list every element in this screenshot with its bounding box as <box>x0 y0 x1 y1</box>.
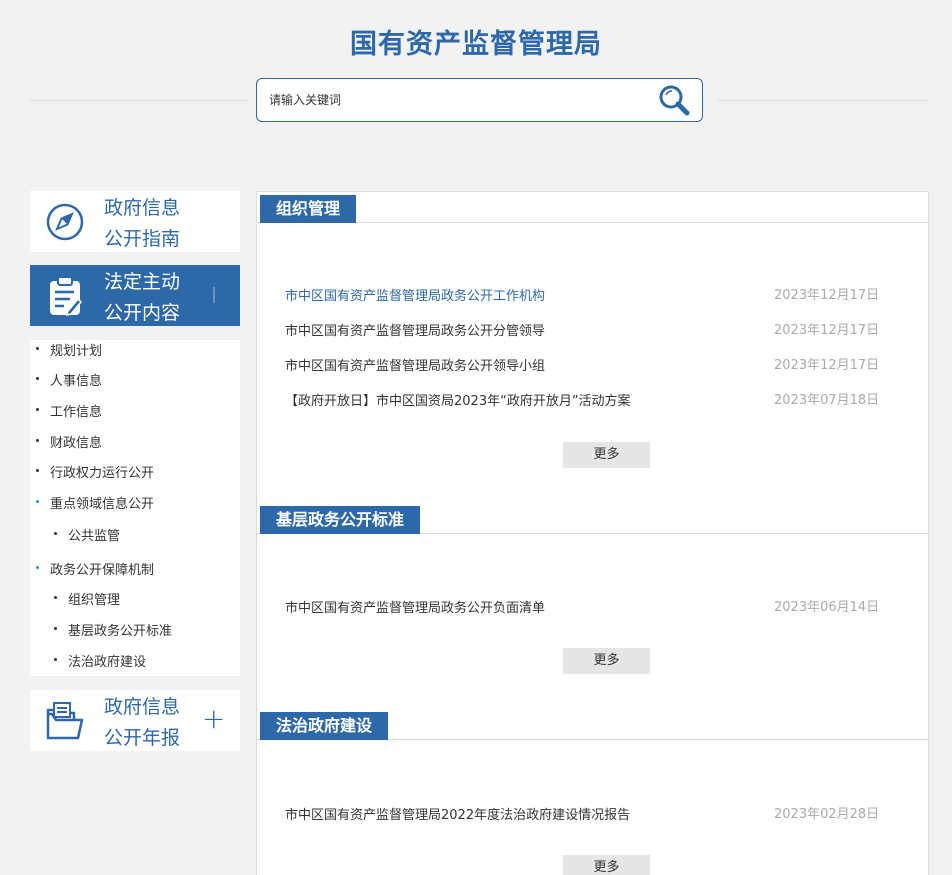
more-button[interactable]: 更多 <box>563 442 650 468</box>
section-title[interactable]: 基层政务公开标准 <box>260 506 421 534</box>
sidebar-card-statutory[interactable]: 法定主动 公开内容 <box>30 265 240 326</box>
clipboard-icon <box>50 276 83 317</box>
collapse-icon[interactable] <box>213 287 215 303</box>
sidebar-list: 规划计划 人事信息 工作信息 财政信息 行政权力运行公开 重点领域信息公开 公共… <box>30 340 240 676</box>
divider-right <box>718 100 928 101</box>
divider-left <box>30 100 248 101</box>
news-link[interactable]: 市中区国有资产监督管理局政务公开负面清单 <box>285 597 545 616</box>
news-link[interactable]: 市中区国有资产监督管理局政务公开领导小组 <box>285 355 545 374</box>
sidebar-card-statutory-label: 法定主动 公开内容 <box>104 271 181 324</box>
sidebar-card-annual-report[interactable]: 政府信息 公开年报 + <box>30 690 240 751</box>
folder-icon <box>46 702 84 740</box>
main-content: 组织管理 市中区国有资产监督管理局政务公开工作机构 2023年12月17日 市中… <box>256 191 930 875</box>
news-date: 2023年12月17日 <box>774 358 880 373</box>
section-title[interactable]: 组织管理 <box>260 195 357 223</box>
sidebar-subitem[interactable]: 基层政务公开标准 <box>54 620 172 639</box>
sidebar-subitem[interactable]: 组织管理 <box>54 589 120 608</box>
sidebar-card-annual-report-label: 政府信息 公开年报 <box>104 696 181 749</box>
sidebar-item[interactable]: 规划计划 <box>36 340 102 359</box>
sidebar-card-guide[interactable]: 政府信息 公开指南 <box>30 191 240 252</box>
sidebar-card-guide-label: 政府信息 公开指南 <box>104 197 181 250</box>
more-button[interactable]: 更多 <box>563 855 650 875</box>
sidebar-item[interactable]: 政务公开保障机制 <box>36 559 154 578</box>
sidebar-item[interactable]: 工作信息 <box>36 401 102 420</box>
sidebar-item[interactable]: 行政权力运行公开 <box>36 462 154 481</box>
news-date: 2023年12月17日 <box>774 323 880 338</box>
news-date: 2023年12月17日 <box>774 288 880 303</box>
section-header: 法治政府建设 <box>257 712 930 740</box>
more-button[interactable]: 更多 <box>563 648 650 674</box>
section-header: 组织管理 <box>257 195 930 223</box>
news-date: 2023年02月28日 <box>774 807 880 822</box>
news-link[interactable]: 市中区国有资产监督管理局2022年度法治政府建设情况报告 <box>285 804 630 823</box>
section-title[interactable]: 法治政府建设 <box>260 712 389 740</box>
sidebar-item[interactable]: 人事信息 <box>36 370 102 389</box>
search-icon <box>659 85 690 116</box>
news-date: 2023年07月18日 <box>774 393 880 408</box>
news-date: 2023年06月14日 <box>774 600 880 615</box>
search-button[interactable] <box>656 84 692 116</box>
sidebar-item[interactable]: 财政信息 <box>36 432 102 451</box>
news-link[interactable]: 【政府开放日】市中区国资局2023年“政府开放月”活动方案 <box>285 390 631 409</box>
page-title: 国有资产监督管理局 <box>350 29 602 60</box>
compass-icon <box>46 203 84 241</box>
news-link[interactable]: 市中区国有资产监督管理局政务公开工作机构 <box>285 285 545 304</box>
search-input[interactable] <box>269 89 639 111</box>
sidebar-item[interactable]: 重点领域信息公开 <box>36 493 154 512</box>
expand-plus-icon[interactable]: + <box>202 704 225 734</box>
section-header: 基层政务公开标准 <box>257 506 930 534</box>
sidebar-subitem[interactable]: 法治政府建设 <box>54 651 146 670</box>
news-link[interactable]: 市中区国有资产监督管理局政务公开分管领导 <box>285 320 545 339</box>
search-box <box>256 78 703 122</box>
sidebar-subitem[interactable]: 公共监管 <box>54 525 120 544</box>
